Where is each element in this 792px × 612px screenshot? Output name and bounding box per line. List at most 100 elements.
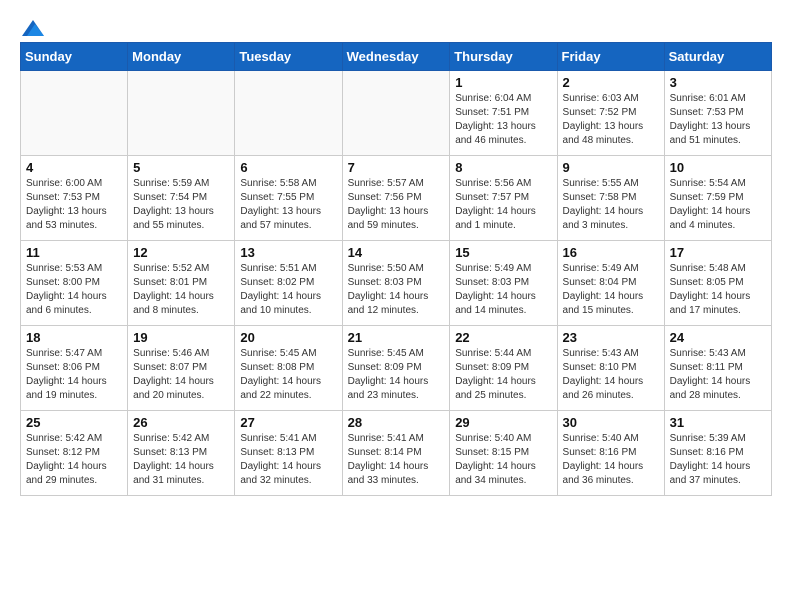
day-info: Sunrise: 5:41 AMSunset: 8:13 PMDaylight:… — [240, 432, 336, 488]
day-info: Sunrise: 5:52 AMSunset: 8:01 PMDaylight:… — [133, 262, 229, 318]
day-number: 5 — [133, 160, 229, 175]
calendar-cell: 20 Sunrise: 5:45 AMSunset: 8:08 PMDayligh… — [235, 326, 342, 411]
day-info: Sunrise: 5:53 AMSunset: 8:00 PMDaylight:… — [26, 262, 122, 318]
day-number: 20 — [240, 330, 336, 345]
calendar-cell — [21, 71, 128, 156]
day-info: Sunrise: 6:00 AMSunset: 7:53 PMDaylight:… — [26, 177, 122, 233]
day-info: Sunrise: 5:49 AMSunset: 8:03 PMDaylight:… — [455, 262, 551, 318]
calendar-cell: 10 Sunrise: 5:54 AMSunset: 7:59 PMDayligh… — [664, 156, 771, 241]
day-info: Sunrise: 5:51 AMSunset: 8:02 PMDaylight:… — [240, 262, 336, 318]
day-number: 7 — [348, 160, 445, 175]
calendar-cell: 25Sunrise: 5:42 AMSunset: 8:12 PMDayligh… — [21, 411, 128, 496]
day-info: Sunrise: 5:41 AMSunset: 8:14 PMDaylight:… — [348, 432, 445, 488]
day-number: 9 — [563, 160, 659, 175]
weekday-header-thursday: Thursday — [450, 43, 557, 71]
day-info: Sunrise: 6:01 AMSunset: 7:53 PMDaylight:… — [670, 92, 766, 148]
day-info: Sunrise: 5:40 AMSunset: 8:15 PMDaylight:… — [455, 432, 551, 488]
calendar-cell: 31 Sunrise: 5:39 AMSunset: 8:16 PMDayligh… — [664, 411, 771, 496]
day-number: 12 — [133, 245, 229, 260]
calendar-cell: 6Sunrise: 5:58 AMSunset: 7:55 PMDaylight… — [235, 156, 342, 241]
calendar-cell: 8 Sunrise: 5:56 AMSunset: 7:57 PMDaylight… — [450, 156, 557, 241]
day-number: 29 — [455, 415, 551, 430]
day-info: Sunrise: 5:56 AMSunset: 7:57 PMDaylight:… — [455, 177, 551, 233]
weekday-header-sunday: Sunday — [21, 43, 128, 71]
day-number: 19 — [133, 330, 229, 345]
day-info: Sunrise: 5:45 AMSunset: 8:09 PMDaylight:… — [348, 347, 445, 403]
calendar-cell: 29 Sunrise: 5:40 AMSunset: 8:15 PMDayligh… — [450, 411, 557, 496]
day-number: 13 — [240, 245, 336, 260]
calendar-cell: 1 Sunrise: 6:04 AMSunset: 7:51 PMDaylight… — [450, 71, 557, 156]
day-info: Sunrise: 5:49 AMSunset: 8:04 PMDaylight:… — [563, 262, 659, 318]
day-number: 22 — [455, 330, 551, 345]
calendar-cell: 17 Sunrise: 5:48 AMSunset: 8:05 PMDayligh… — [664, 241, 771, 326]
day-info: Sunrise: 5:59 AMSunset: 7:54 PMDaylight:… — [133, 177, 229, 233]
day-info: Sunrise: 5:40 AMSunset: 8:16 PMDaylight:… — [563, 432, 659, 488]
calendar-cell: 14Sunrise: 5:50 AMSunset: 8:03 PMDayligh… — [342, 241, 450, 326]
day-number: 1 — [455, 75, 551, 90]
day-number: 28 — [348, 415, 445, 430]
calendar-cell — [342, 71, 450, 156]
day-info: Sunrise: 5:55 AMSunset: 7:58 PMDaylight:… — [563, 177, 659, 233]
day-info: Sunrise: 5:42 AMSunset: 8:13 PMDaylight:… — [133, 432, 229, 488]
logo — [20, 20, 44, 32]
calendar-cell: 18Sunrise: 5:47 AMSunset: 8:06 PMDayligh… — [21, 326, 128, 411]
weekday-header-row: SundayMondayTuesdayWednesdayThursdayFrid… — [21, 43, 772, 71]
calendar-cell: 26 Sunrise: 5:42 AMSunset: 8:13 PMDayligh… — [128, 411, 235, 496]
calendar-cell: 19Sunrise: 5:46 AMSunset: 8:07 PMDayligh… — [128, 326, 235, 411]
calendar-cell: 13 Sunrise: 5:51 AMSunset: 8:02 PMDayligh… — [235, 241, 342, 326]
calendar-cell: 27 Sunrise: 5:41 AMSunset: 8:13 PMDayligh… — [235, 411, 342, 496]
day-info: Sunrise: 5:48 AMSunset: 8:05 PMDaylight:… — [670, 262, 766, 318]
calendar-cell: 16Sunrise: 5:49 AMSunset: 8:04 PMDayligh… — [557, 241, 664, 326]
calendar: SundayMondayTuesdayWednesdayThursdayFrid… — [20, 42, 772, 496]
weekday-header-friday: Friday — [557, 43, 664, 71]
weekday-header-saturday: Saturday — [664, 43, 771, 71]
day-info: Sunrise: 6:04 AMSunset: 7:51 PMDaylight:… — [455, 92, 551, 148]
day-number: 2 — [563, 75, 659, 90]
day-number: 15 — [455, 245, 551, 260]
week-row-2: 4 Sunrise: 6:00 AMSunset: 7:53 PMDaylight… — [21, 156, 772, 241]
calendar-cell: 28 Sunrise: 5:41 AMSunset: 8:14 PMDayligh… — [342, 411, 450, 496]
calendar-cell: 15 Sunrise: 5:49 AMSunset: 8:03 PMDayligh… — [450, 241, 557, 326]
day-number: 26 — [133, 415, 229, 430]
weekday-header-tuesday: Tuesday — [235, 43, 342, 71]
day-number: 21 — [348, 330, 445, 345]
day-info: Sunrise: 5:54 AMSunset: 7:59 PMDaylight:… — [670, 177, 766, 233]
calendar-cell: 5 Sunrise: 5:59 AMSunset: 7:54 PMDaylight… — [128, 156, 235, 241]
day-number: 4 — [26, 160, 122, 175]
day-number: 3 — [670, 75, 766, 90]
day-info: Sunrise: 5:44 AMSunset: 8:09 PMDaylight:… — [455, 347, 551, 403]
day-info: Sunrise: 5:45 AMSunset: 8:08 PMDaylight:… — [240, 347, 336, 403]
day-info: Sunrise: 5:43 AMSunset: 8:11 PMDaylight:… — [670, 347, 766, 403]
day-info: Sunrise: 6:03 AMSunset: 7:52 PMDaylight:… — [563, 92, 659, 148]
week-row-1: 1 Sunrise: 6:04 AMSunset: 7:51 PMDaylight… — [21, 71, 772, 156]
day-number: 25 — [26, 415, 122, 430]
calendar-cell: 3 Sunrise: 6:01 AMSunset: 7:53 PMDaylight… — [664, 71, 771, 156]
day-number: 10 — [670, 160, 766, 175]
calendar-cell: 11 Sunrise: 5:53 AMSunset: 8:00 PMDayligh… — [21, 241, 128, 326]
day-number: 8 — [455, 160, 551, 175]
day-number: 18 — [26, 330, 122, 345]
weekday-header-wednesday: Wednesday — [342, 43, 450, 71]
day-number: 14 — [348, 245, 445, 260]
week-row-5: 25Sunrise: 5:42 AMSunset: 8:12 PMDayligh… — [21, 411, 772, 496]
day-number: 30 — [563, 415, 659, 430]
day-number: 11 — [26, 245, 122, 260]
calendar-cell: 2 Sunrise: 6:03 AMSunset: 7:52 PMDaylight… — [557, 71, 664, 156]
day-number: 23 — [563, 330, 659, 345]
day-number: 31 — [670, 415, 766, 430]
day-number: 17 — [670, 245, 766, 260]
day-number: 24 — [670, 330, 766, 345]
calendar-cell: 9 Sunrise: 5:55 AMSunset: 7:58 PMDaylight… — [557, 156, 664, 241]
logo-icon — [22, 20, 44, 36]
calendar-cell: 30 Sunrise: 5:40 AMSunset: 8:16 PMDayligh… — [557, 411, 664, 496]
calendar-cell: 4 Sunrise: 6:00 AMSunset: 7:53 PMDaylight… — [21, 156, 128, 241]
page-header — [20, 20, 772, 32]
calendar-cell: 12 Sunrise: 5:52 AMSunset: 8:01 PMDayligh… — [128, 241, 235, 326]
calendar-cell — [235, 71, 342, 156]
day-info: Sunrise: 5:43 AMSunset: 8:10 PMDaylight:… — [563, 347, 659, 403]
day-info: Sunrise: 5:39 AMSunset: 8:16 PMDaylight:… — [670, 432, 766, 488]
day-number: 6 — [240, 160, 336, 175]
calendar-cell: 7Sunrise: 5:57 AMSunset: 7:56 PMDaylight… — [342, 156, 450, 241]
calendar-cell: 22 Sunrise: 5:44 AMSunset: 8:09 PMDayligh… — [450, 326, 557, 411]
day-number: 27 — [240, 415, 336, 430]
